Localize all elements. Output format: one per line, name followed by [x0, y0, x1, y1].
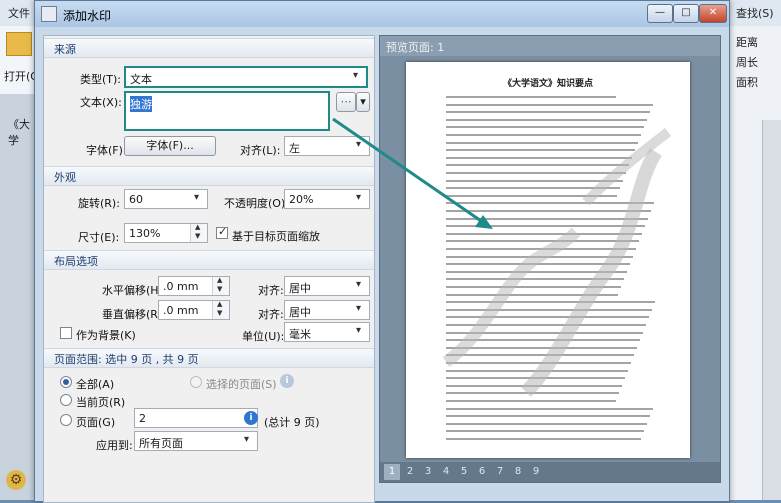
app-left-panel: 《大学 [0, 94, 38, 500]
measure-area[interactable]: 面积 [736, 74, 758, 90]
measure-perimeter[interactable]: 周长 [736, 54, 758, 70]
settings-gear-icon[interactable]: ⚙ [6, 470, 26, 490]
add-watermark-dialog: 添加水印 — □ ✕ 来源 类型(T): 文本 文本(X): 独游 ⋯ ▾ 字体… [34, 0, 730, 503]
menu-find[interactable]: 查找(S) [736, 5, 774, 21]
annotation-arrow [332, 117, 493, 229]
menu-file[interactable]: 文件 [8, 5, 30, 21]
arrow-line [332, 117, 488, 227]
folder-icon[interactable] [6, 32, 32, 56]
measure-distance[interactable]: 距离 [736, 34, 758, 50]
app-scrollbar[interactable] [762, 120, 781, 500]
